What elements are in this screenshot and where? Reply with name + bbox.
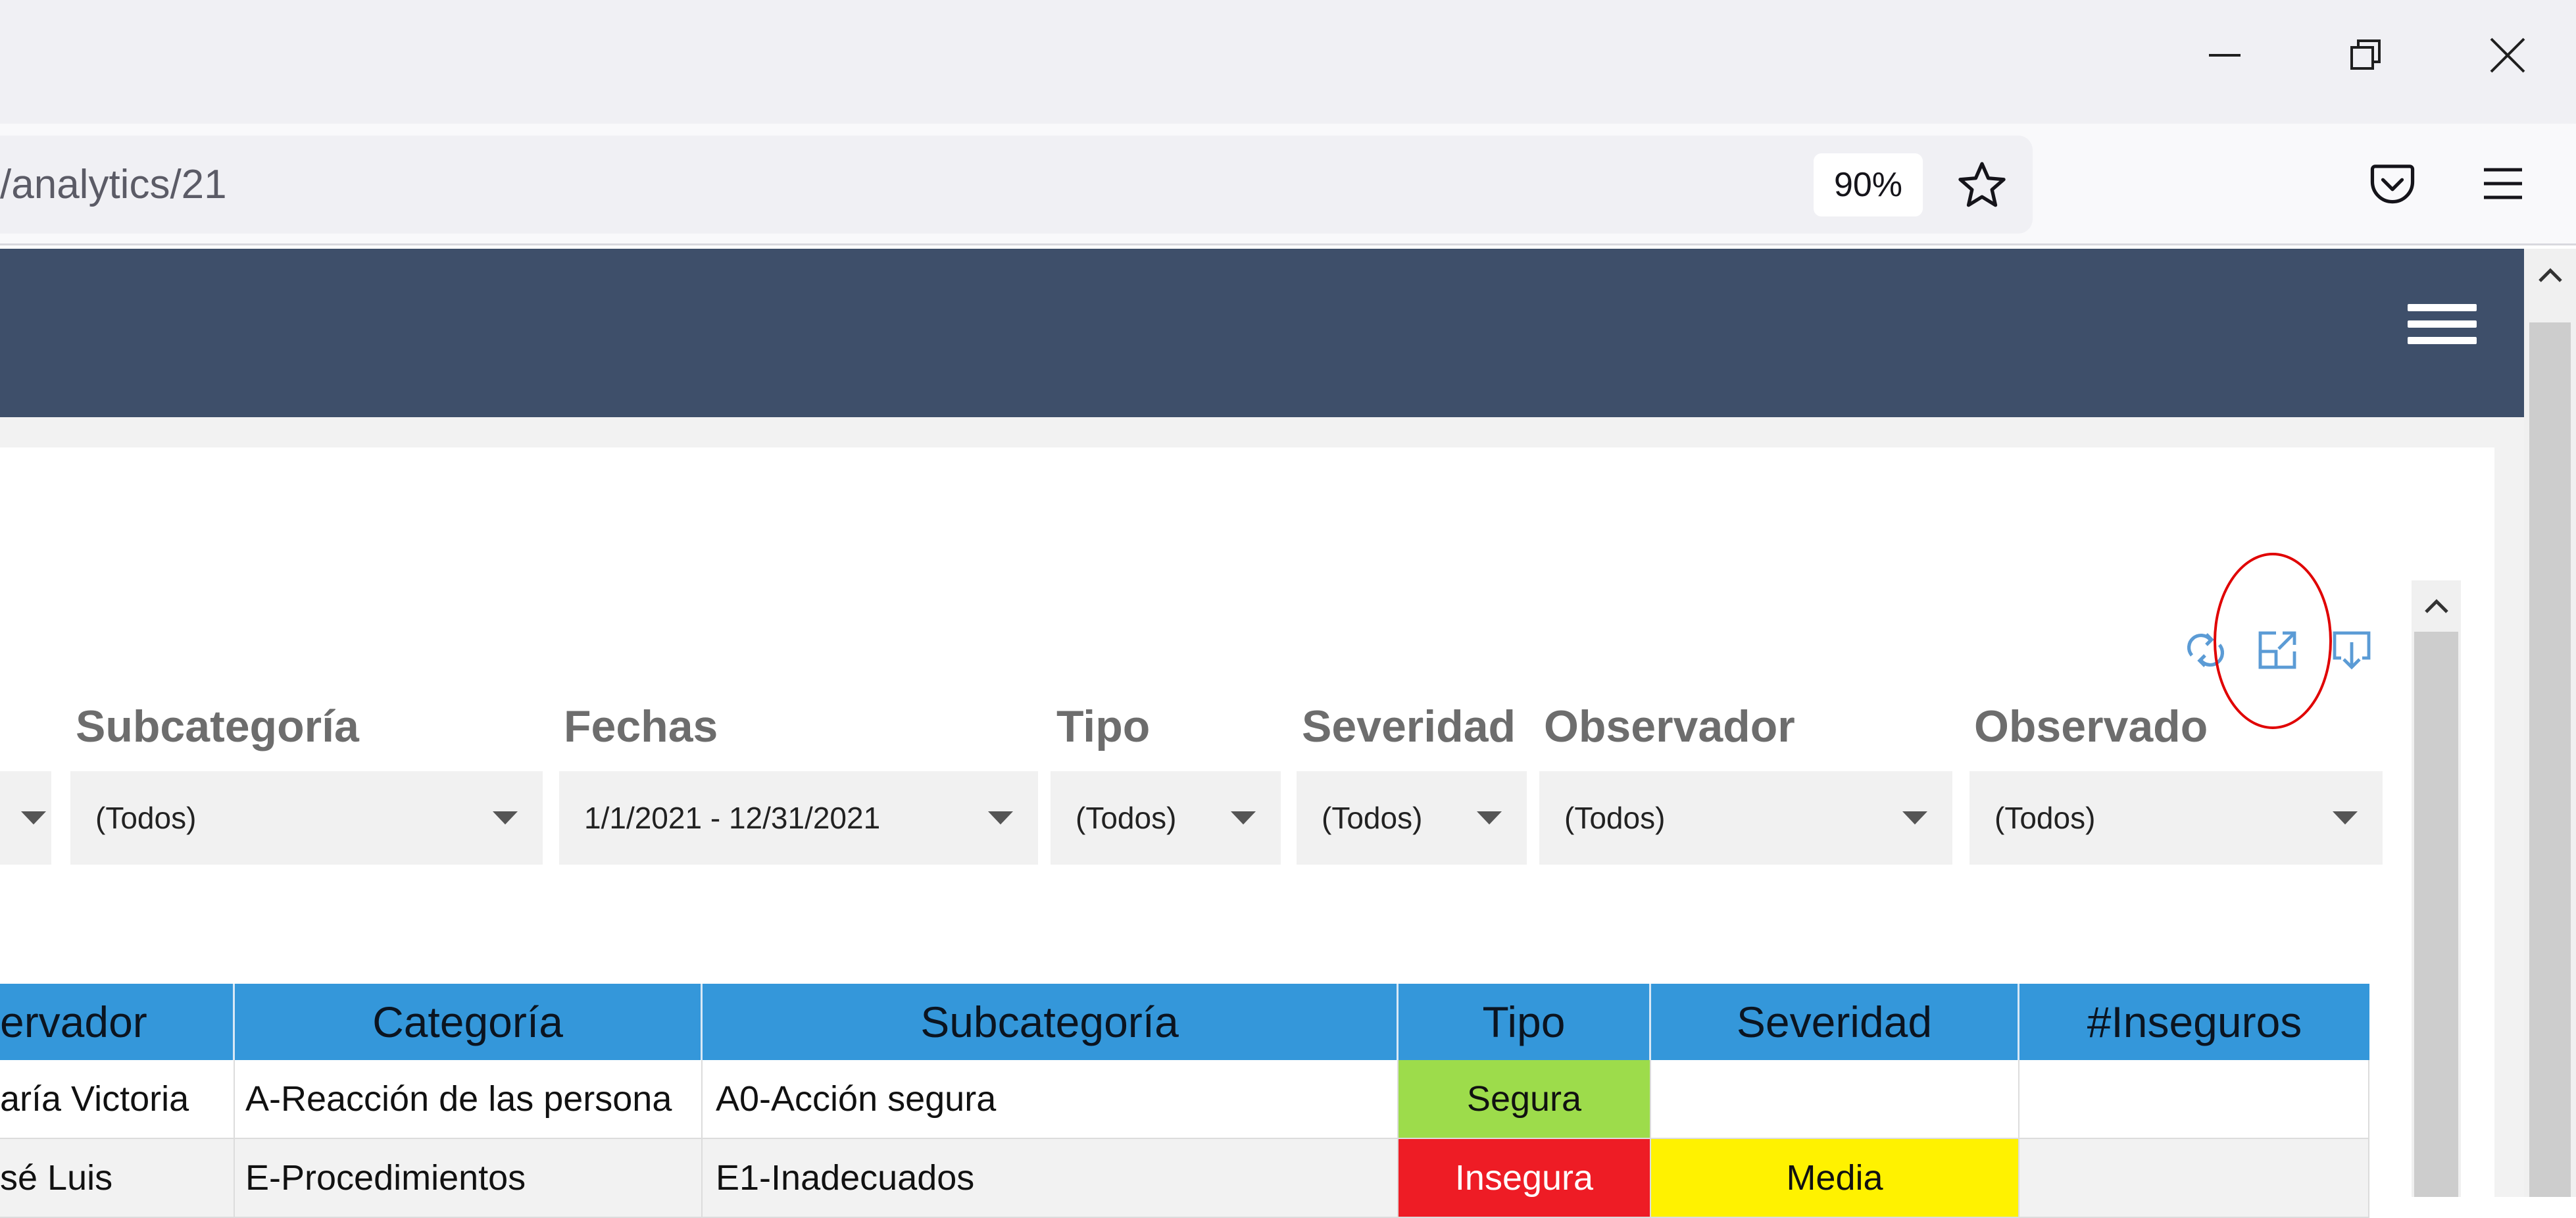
dropdown-arrow-icon [1902,811,1927,825]
page-scrollbar-thumb[interactable] [2529,322,2571,1197]
panel-scroll-up-button[interactable] [2412,580,2461,632]
column-header-categoria[interactable]: Categoría [235,984,703,1060]
dropdown-arrow-icon [1477,811,1502,825]
pocket-button[interactable] [2363,154,2422,213]
close-icon [2490,38,2525,73]
pocket-icon [2370,165,2415,204]
address-bar[interactable] [0,136,2033,234]
filter-label-observador: Observador [1544,701,1795,751]
table-cell-tipo-insegura: Insegura [1399,1139,1651,1218]
filter-value: (Todos) [1994,801,2096,835]
export-icon [2333,631,2371,670]
chevron-up-icon [2424,599,2448,613]
dropdown-arrow-icon [988,811,1013,825]
table-cell-observador: aría Victoria [0,1060,235,1139]
dropdown-arrow-icon [2333,811,2358,825]
filter-label-fechas: Fechas [564,701,718,751]
table-cell-severidad [1651,1060,2019,1139]
star-icon [1958,162,2006,207]
table-cell-subcategoria: E1-Inadecuados [703,1139,1399,1218]
filter-label-severidad: Severidad [1302,701,1516,751]
restore-button[interactable] [2295,0,2437,111]
zoom-level-badge[interactable]: 90% [1814,153,1923,216]
filter-value: (Todos) [95,801,197,835]
filter-select-subcategoria[interactable]: (Todos) [70,771,543,865]
filter-select-observador[interactable]: (Todos) [1539,771,1952,865]
table-cell-tipo-segura: Segura [1399,1060,1651,1139]
bookmark-button[interactable] [1946,158,2018,213]
column-header-tipo[interactable]: Tipo [1399,984,1651,1060]
hamburger-menu-icon [2484,168,2522,199]
filter-label-subcategoria: Subcategoría [76,701,359,751]
restore-icon [2350,39,2381,70]
close-button[interactable] [2437,0,2576,111]
table-cell-inseguros [2019,1060,2369,1139]
filter-label-tipo: Tipo [1056,701,1151,751]
app-menu-button[interactable] [2408,290,2477,359]
filter-label-observado: Observado [1974,701,2208,751]
highlight-annotation-circle [2214,553,2332,729]
table-cell-categoria: A-Reacción de las persona [235,1060,703,1139]
table-cell-inseguros [2019,1139,2369,1218]
column-header-inseguros[interactable]: #Inseguros [2019,984,2369,1060]
app-navbar [0,249,2524,417]
column-header-subcategoria[interactable]: Subcategoría [703,984,1399,1060]
page-scroll-up-button[interactable] [2524,249,2576,301]
minimize-icon [2208,54,2241,57]
hamburger-menu-icon [2408,304,2477,311]
column-header-observador[interactable]: ervador [0,984,235,1060]
table-cell-observador: sé Luis [0,1139,235,1218]
table-cell-severidad-media: Media [1651,1139,2019,1218]
filter-value: 1/1/2021 - 12/31/2021 [584,801,881,835]
table-cell-subcategoria: A0-Acción segura [703,1060,1399,1139]
filter-select-fechas[interactable]: 1/1/2021 - 12/31/2021 [559,771,1038,865]
filter-select-tipo[interactable]: (Todos) [1051,771,1281,865]
filter-value: (Todos) [1076,801,1177,835]
filter-select-categoria[interactable] [0,771,51,865]
panel-scrollbar-thumb[interactable] [2414,632,2458,1197]
filter-select-observado[interactable]: (Todos) [1969,771,2383,865]
hamburger-menu-icon [2408,337,2477,344]
filter-value: (Todos) [1322,801,1423,835]
dropdown-arrow-icon [21,811,46,825]
chevron-up-icon [2538,268,2562,282]
export-button[interactable] [2329,627,2375,673]
browser-menu-button[interactable] [2473,154,2533,213]
minimize-button[interactable] [2154,0,2295,111]
hamburger-menu-icon [2408,320,2477,328]
dropdown-arrow-icon [493,811,518,825]
url-text[interactable]: /analytics/21 [0,136,227,234]
table-cell-categoria: E-Procedimientos [235,1139,703,1218]
filter-select-severidad[interactable]: (Todos) [1297,771,1527,865]
filter-value: (Todos) [1564,801,1666,835]
dropdown-arrow-icon [1231,811,1256,825]
column-header-severidad[interactable]: Severidad [1651,984,2019,1060]
